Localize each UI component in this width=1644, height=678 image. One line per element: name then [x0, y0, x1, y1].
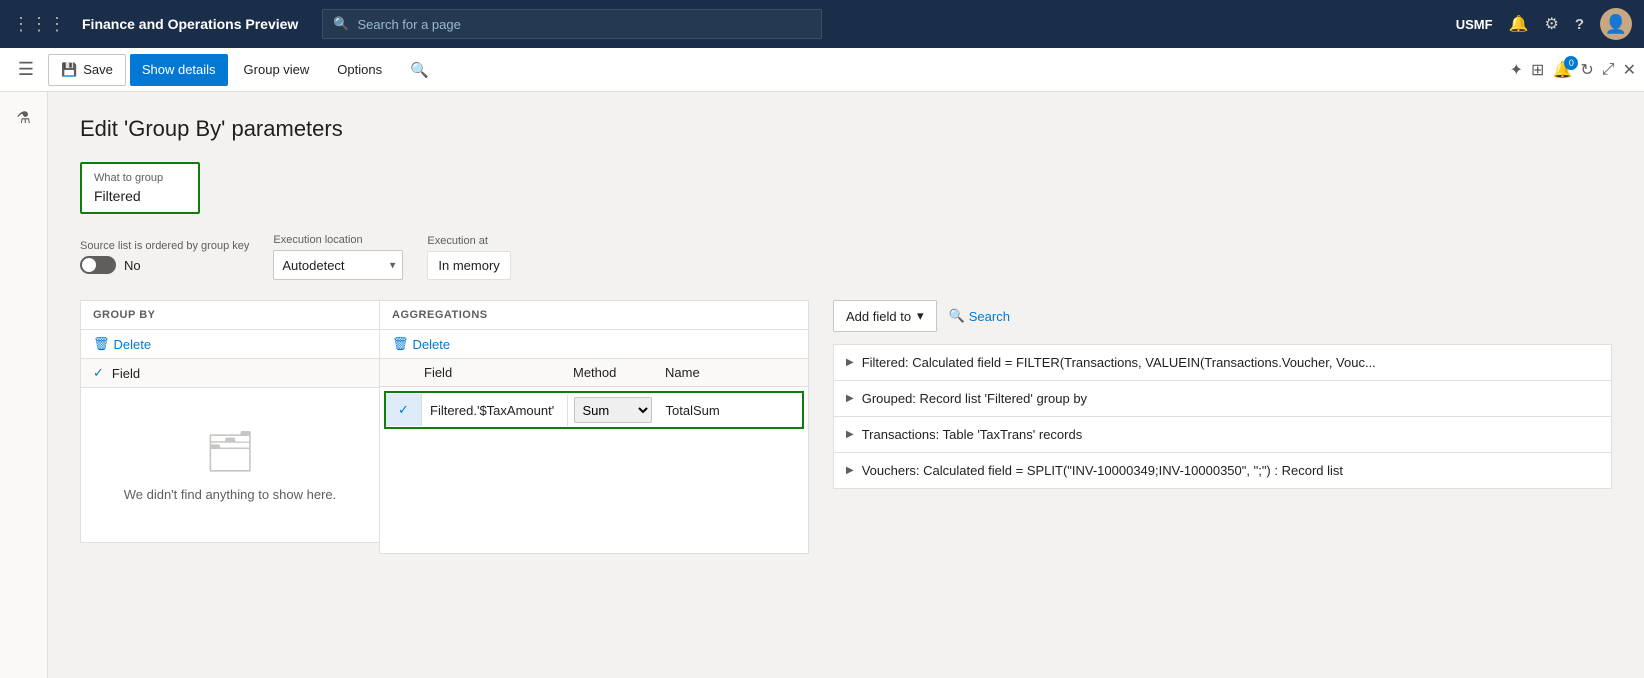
nav-toggle-icon[interactable]: ☰ — [8, 52, 44, 88]
search-toolbar-icon[interactable]: 🔍 — [398, 54, 441, 86]
right-panel-toolbar: Add field to ▾ 🔍 Search — [833, 300, 1612, 332]
agg-row-name: TotalSum — [658, 395, 803, 426]
what-to-group-label: What to group — [94, 172, 186, 184]
group-by-empty: 🗂 We didn't find anything to show here. — [81, 388, 379, 542]
split-icon[interactable]: ⊞ — [1531, 60, 1544, 80]
group-by-section: GROUP BY 🗑 Delete ✓ Field 🗂 We didn't fi… — [80, 300, 380, 543]
agg-field-col-header: Field — [416, 365, 567, 380]
ds-chevron-icon-1: ▶ — [846, 357, 854, 368]
refresh-icon[interactable]: ↻ — [1580, 60, 1593, 80]
close-icon[interactable]: ✕ — [1623, 60, 1636, 80]
right-panel: Add field to ▾ 🔍 Search ▶ Filtered: Calc… — [809, 300, 1612, 489]
agg-method-select[interactable]: Sum Avg Count Min Max — [574, 397, 652, 423]
add-field-label: Add field to — [846, 309, 911, 324]
gear-icon[interactable]: ⚙ — [1544, 14, 1558, 34]
execution-location-label: Execution location — [273, 234, 403, 246]
expand-icon[interactable]: ⤢ — [1602, 61, 1615, 79]
ds-text-3: Transactions: Table 'TaxTrans' records — [862, 427, 1083, 442]
app-title: Finance and Operations Preview — [82, 16, 298, 32]
columns-wrapper: GROUP BY 🗑 Delete ✓ Field 🗂 We didn't fi… — [80, 300, 1612, 554]
toolbar: ☰ 💾 Save Show details Group view Options… — [0, 48, 1644, 92]
toggle-text: No — [124, 258, 141, 273]
sparkle-icon[interactable]: ✦ — [1510, 60, 1523, 80]
agg-spacer — [380, 433, 808, 553]
datasource-list: ▶ Filtered: Calculated field = FILTER(Tr… — [833, 344, 1612, 489]
execution-at-value: In memory — [427, 251, 510, 280]
delete-icon: 🗑 — [93, 336, 110, 352]
agg-col-headers: Field Method Name — [380, 359, 808, 387]
global-search[interactable]: 🔍 Search for a page — [322, 9, 822, 39]
ds-chevron-icon-4: ▶ — [846, 465, 854, 476]
save-icon: 💾 — [61, 62, 77, 78]
agg-name-col-header: Name — [657, 365, 808, 380]
aggregations-section: AGGREGATIONS 🗑 Delete Field Method Name … — [379, 300, 809, 554]
agg-method-col-header: Method — [567, 365, 657, 380]
empty-text: We didn't find anything to show here. — [101, 487, 359, 502]
search-link[interactable]: 🔍 Search — [949, 308, 1010, 324]
execution-location-select[interactable]: Autodetect In memory Database — [273, 250, 403, 280]
add-field-chevron: ▾ — [917, 308, 924, 324]
toggle-knob — [82, 258, 96, 272]
show-details-button[interactable]: Show details — [130, 54, 228, 86]
agg-check-col — [380, 365, 416, 380]
source-list-setting: Source list is ordered by group key No — [80, 240, 249, 274]
bell-icon[interactable]: 🔔 — [1509, 14, 1529, 34]
top-nav: ⋮⋮⋮ Finance and Operations Preview 🔍 Sea… — [0, 0, 1644, 48]
ds-item-filtered[interactable]: ▶ Filtered: Calculated field = FILTER(Tr… — [834, 345, 1611, 381]
page-title: Edit 'Group By' parameters — [80, 116, 1612, 142]
group-by-header: GROUP BY — [81, 301, 379, 330]
empty-icon: 🗂 — [101, 428, 359, 475]
avatar[interactable]: 👤 — [1600, 8, 1632, 40]
help-icon[interactable]: ? — [1575, 16, 1584, 33]
search-placeholder: Search for a page — [357, 17, 460, 32]
ds-chevron-icon-3: ▶ — [846, 429, 854, 440]
aggregations-delete-button[interactable]: 🗑 Delete — [392, 336, 450, 352]
notif-badge-area: 🔔 0 — [1552, 60, 1572, 80]
agg-row-method: Sum Avg Count Min Max — [568, 393, 658, 427]
save-button[interactable]: 💾 Save — [48, 54, 126, 86]
execution-location-select-wrap: Autodetect In memory Database — [273, 250, 403, 280]
execution-location-setting: Execution location Autodetect In memory … — [273, 234, 403, 280]
sidebar: ⚗ — [0, 92, 48, 678]
toolbar-right: ✦ ⊞ 🔔 0 ↻ ⤢ ✕ — [1510, 60, 1636, 80]
group-by-field-header: ✓ Field — [81, 359, 379, 388]
group-view-button[interactable]: Group view — [232, 54, 322, 86]
org-label: USMF — [1456, 17, 1493, 32]
field-check-icon: ✓ — [93, 365, 104, 381]
agg-table-row: ✓ Filtered.'$TaxAmount' Sum Avg Count Mi… — [384, 391, 804, 429]
settings-row: Source list is ordered by group key No E… — [80, 234, 1612, 280]
search-link-icon: 🔍 — [949, 308, 965, 324]
notif-count: 0 — [1564, 56, 1578, 70]
source-list-label: Source list is ordered by group key — [80, 240, 249, 252]
what-to-group-value: Filtered — [94, 188, 186, 204]
agg-row-field: Filtered.'$TaxAmount' — [422, 395, 568, 426]
ds-item-transactions[interactable]: ▶ Transactions: Table 'TaxTrans' records — [834, 417, 1611, 453]
ds-item-grouped[interactable]: ▶ Grouped: Record list 'Filtered' group … — [834, 381, 1611, 417]
agg-delete-icon: 🗑 — [392, 336, 409, 352]
top-nav-right: USMF 🔔 ⚙ ? 👤 — [1456, 8, 1632, 40]
aggregations-actions: 🗑 Delete — [380, 330, 808, 359]
ds-text-1: Filtered: Calculated field = FILTER(Tran… — [862, 355, 1376, 370]
main-content: Edit 'Group By' parameters What to group… — [48, 92, 1644, 678]
agg-row-check: ✓ — [386, 394, 422, 426]
search-icon: 🔍 — [333, 16, 349, 32]
ds-text-2: Grouped: Record list 'Filtered' group by — [862, 391, 1087, 406]
ds-item-vouchers[interactable]: ▶ Vouchers: Calculated field = SPLIT("IN… — [834, 453, 1611, 488]
aggregations-header: AGGREGATIONS — [380, 301, 808, 330]
what-to-group-card[interactable]: What to group Filtered — [80, 162, 200, 214]
add-field-button[interactable]: Add field to ▾ — [833, 300, 937, 332]
grid-icon[interactable]: ⋮⋮⋮ — [12, 14, 66, 35]
ds-chevron-icon-2: ▶ — [846, 393, 854, 404]
source-list-toggle[interactable] — [80, 256, 116, 274]
ds-text-4: Vouchers: Calculated field = SPLIT("INV-… — [862, 463, 1343, 478]
toggle-row: No — [80, 256, 249, 274]
execution-at-setting: Execution at In memory — [427, 235, 510, 280]
sidebar-filter-icon[interactable]: ⚗ — [6, 100, 42, 136]
layout: ⚗ Edit 'Group By' parameters What to gro… — [0, 92, 1644, 678]
execution-at-label: Execution at — [427, 235, 510, 247]
options-button[interactable]: Options — [325, 54, 394, 86]
group-by-delete-button[interactable]: 🗑 Delete — [93, 336, 151, 352]
group-by-actions: 🗑 Delete — [81, 330, 379, 359]
